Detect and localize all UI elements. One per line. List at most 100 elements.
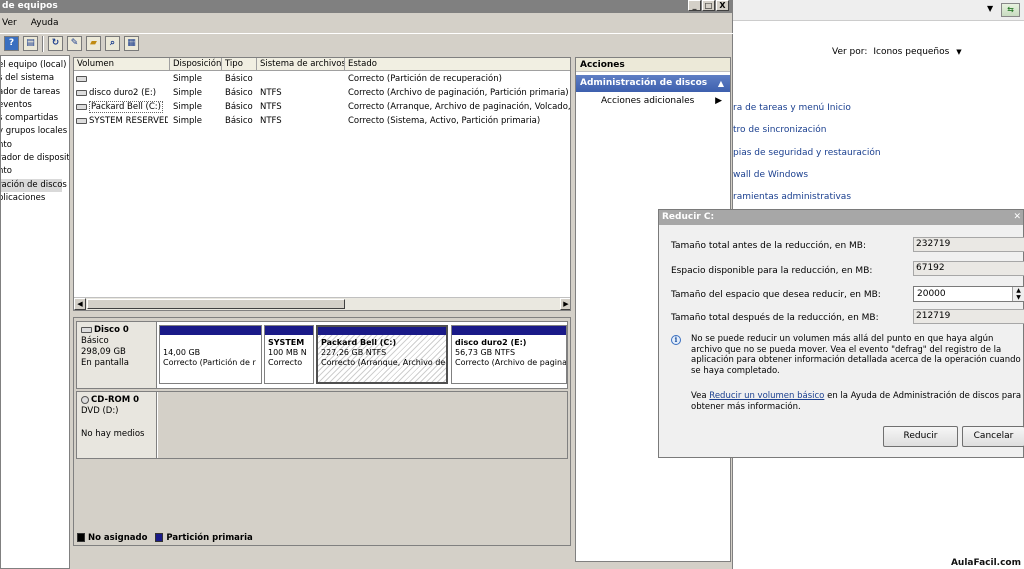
- collapse-icon[interactable]: ▲: [718, 75, 724, 92]
- menu-ver[interactable]: Ver: [2, 18, 17, 28]
- toolbar-separator: [42, 35, 44, 52]
- disk-type: Básico: [81, 336, 109, 346]
- tree-item-shared-folders[interactable]: s compartidas: [1, 112, 69, 125]
- title-bar[interactable]: de equipos _ □ X: [0, 0, 733, 13]
- actions-section-label: Administración de discos: [580, 78, 708, 88]
- tree-item-storage[interactable]: nto: [1, 165, 69, 178]
- shrink-amount-value: 20000: [917, 289, 946, 299]
- actions-section-disk-management[interactable]: Administración de discos ▲: [576, 75, 730, 92]
- partition-name: SYSTEM: [268, 338, 305, 347]
- go-refresh-icon[interactable]: ⇆: [1001, 3, 1020, 17]
- open-folder-icon[interactable]: ▰: [86, 36, 101, 51]
- volume-layout: Simple: [173, 88, 203, 98]
- properties-icon[interactable]: ✎: [67, 36, 82, 51]
- column-header-volume[interactable]: Volumen: [74, 58, 170, 71]
- watermark: AulaFacil.com: [950, 558, 1021, 568]
- cp-link-backup[interactable]: pias de seguridad y restauración: [733, 148, 881, 158]
- actions-item-more-actions[interactable]: Acciones adicionales ▶: [576, 92, 730, 110]
- horizontal-scrollbar[interactable]: ◀ ▶: [74, 297, 570, 310]
- scroll-right-icon[interactable]: ▶: [560, 298, 570, 310]
- tree-item-device-manager[interactable]: rador de dispositiv: [1, 152, 69, 165]
- actions-item-label: Acciones adicionales: [601, 96, 695, 106]
- cdrom-label[interactable]: CD-ROM 0 DVD (D:) No hay medios: [77, 392, 157, 458]
- disk-row: Disco 0 Básico 298,09 GB En pantalla 14,…: [76, 321, 568, 389]
- disk-label[interactable]: Disco 0 Básico 298,09 GB En pantalla: [77, 322, 157, 388]
- toolbar: ? ▤ ↻ ✎ ▰ ⌕ ▦: [0, 33, 733, 53]
- field-value-available: 67192: [913, 261, 1024, 276]
- tree-item-services-applications[interactable]: plicaciones: [1, 192, 69, 205]
- column-header-layout[interactable]: Disposición: [170, 58, 222, 71]
- cp-link-admin-tools[interactable]: ramientas administrativas: [733, 192, 851, 202]
- field-value-total-before: 232719: [913, 237, 1024, 252]
- volume-fs: NTFS: [260, 88, 282, 98]
- partition-size: 227,26 GB NTFS: [321, 348, 387, 357]
- scroll-thumb[interactable]: [87, 299, 345, 309]
- drive-icon: [76, 103, 87, 110]
- partition-size: 100 MB N: [268, 348, 307, 357]
- shrink-dialog: Reducir C: ✕ Tamaño total antes de la re…: [658, 209, 1024, 458]
- cdrom-icon: [81, 395, 89, 404]
- partition-name: [163, 338, 258, 348]
- console-icon[interactable]: ▦: [124, 36, 139, 51]
- cdrom-status: No hay medios: [81, 429, 145, 439]
- tree-item-task-scheduler[interactable]: ador de tareas: [1, 86, 69, 99]
- cp-link-firewall[interactable]: wall de Windows: [733, 170, 808, 180]
- table-row[interactable]: Simple Básico Correcto (Partición de rec…: [74, 72, 570, 86]
- table-row[interactable]: SYSTEM RESERVED Simple Básico NTFS Corre…: [74, 114, 570, 128]
- tree-item-computer[interactable]: el equipo (local): [1, 59, 69, 72]
- menu-ayuda[interactable]: Ayuda: [31, 18, 59, 28]
- tree-item-performance[interactable]: nto: [1, 139, 69, 152]
- tree-item-event-viewer[interactable]: eventos: [1, 99, 69, 112]
- shrink-amount-input[interactable]: 20000 ▲ ▼: [913, 286, 1024, 302]
- tree-item-disk-management[interactable]: ración de discos: [1, 178, 67, 192]
- cp-link-taskbar[interactable]: ra de tareas y menú Inicio: [733, 103, 851, 113]
- partition-size: 14,00 GB: [163, 348, 201, 357]
- legend-swatch-unallocated: [77, 533, 85, 542]
- cdrom-name: CD-ROM 0: [91, 395, 140, 405]
- table-row[interactable]: Packard Bell (C:) Simple Básico NTFS Cor…: [74, 100, 570, 114]
- partition-recovery[interactable]: 14,00 GB Correcto (Partición de r: [159, 325, 262, 384]
- scroll-left-icon[interactable]: ◀: [74, 298, 86, 310]
- column-header-filesystem[interactable]: Sistema de archivos: [257, 58, 345, 71]
- spin-down-icon[interactable]: ▼: [1013, 294, 1024, 301]
- volume-name: SYSTEM RESERVED: [89, 116, 168, 126]
- tree-item-system-tools[interactable]: s del sistema: [1, 72, 69, 85]
- spin-up-icon[interactable]: ▲: [1013, 287, 1024, 294]
- properties-view-icon[interactable]: ▤: [23, 36, 38, 51]
- close-button[interactable]: X: [716, 0, 729, 11]
- chevron-right-icon: ▶: [715, 96, 722, 106]
- column-header-status[interactable]: Estado: [345, 58, 570, 71]
- window-title: de equipos: [2, 1, 58, 11]
- field-label-total-after: Tamaño total después de la reducción, en…: [671, 313, 879, 323]
- chevron-down-icon[interactable]: ▼: [987, 4, 993, 13]
- search-icon[interactable]: ⌕: [105, 36, 120, 51]
- partition-packard-bell[interactable]: Packard Bell (C:) 227,26 GB NTFS Correct…: [316, 325, 448, 384]
- refresh-icon[interactable]: ↻: [48, 36, 63, 51]
- volume-name: Packard Bell (C:): [89, 101, 163, 113]
- help-link[interactable]: Reducir un volumen básico: [709, 391, 824, 401]
- maximize-button[interactable]: □: [702, 0, 715, 11]
- cancel-button[interactable]: Cancelar: [962, 426, 1024, 447]
- reduce-button[interactable]: Reducir: [883, 426, 958, 447]
- drive-icon: [76, 117, 87, 124]
- dialog-title-bar[interactable]: Reducir C: ✕: [659, 210, 1023, 225]
- close-icon[interactable]: ✕: [1013, 210, 1021, 225]
- partition-bar: [452, 326, 566, 335]
- legend-primary: Partición primaria: [155, 533, 253, 543]
- tree-item-local-users-groups[interactable]: y grupos locales: [1, 125, 69, 138]
- menu-bar: Ver Ayuda: [0, 14, 733, 31]
- volume-type: Básico: [225, 88, 253, 98]
- cp-link-sync-center[interactable]: tro de sincronización: [733, 125, 826, 135]
- help-icon[interactable]: ?: [4, 36, 19, 51]
- chevron-down-icon[interactable]: ▼: [956, 48, 961, 56]
- volume-name: disco duro2 (E:): [89, 88, 157, 98]
- spinner[interactable]: ▲ ▼: [1012, 287, 1024, 301]
- view-by-select[interactable]: Iconos pequeños: [873, 47, 949, 57]
- table-row[interactable]: disco duro2 (E:) Simple Básico NTFS Corr…: [74, 86, 570, 100]
- partition-disco-duro2[interactable]: disco duro2 (E:) 56,73 GB NTFS Correcto …: [451, 325, 567, 384]
- minimize-button[interactable]: _: [688, 0, 701, 11]
- view-by-label: Ver por:: [832, 47, 868, 57]
- partition-system[interactable]: SYSTEM 100 MB N Correcto: [264, 325, 314, 384]
- control-panel-address-bar: ▼ ⇆: [733, 0, 1024, 21]
- column-header-type[interactable]: Tipo: [222, 58, 257, 71]
